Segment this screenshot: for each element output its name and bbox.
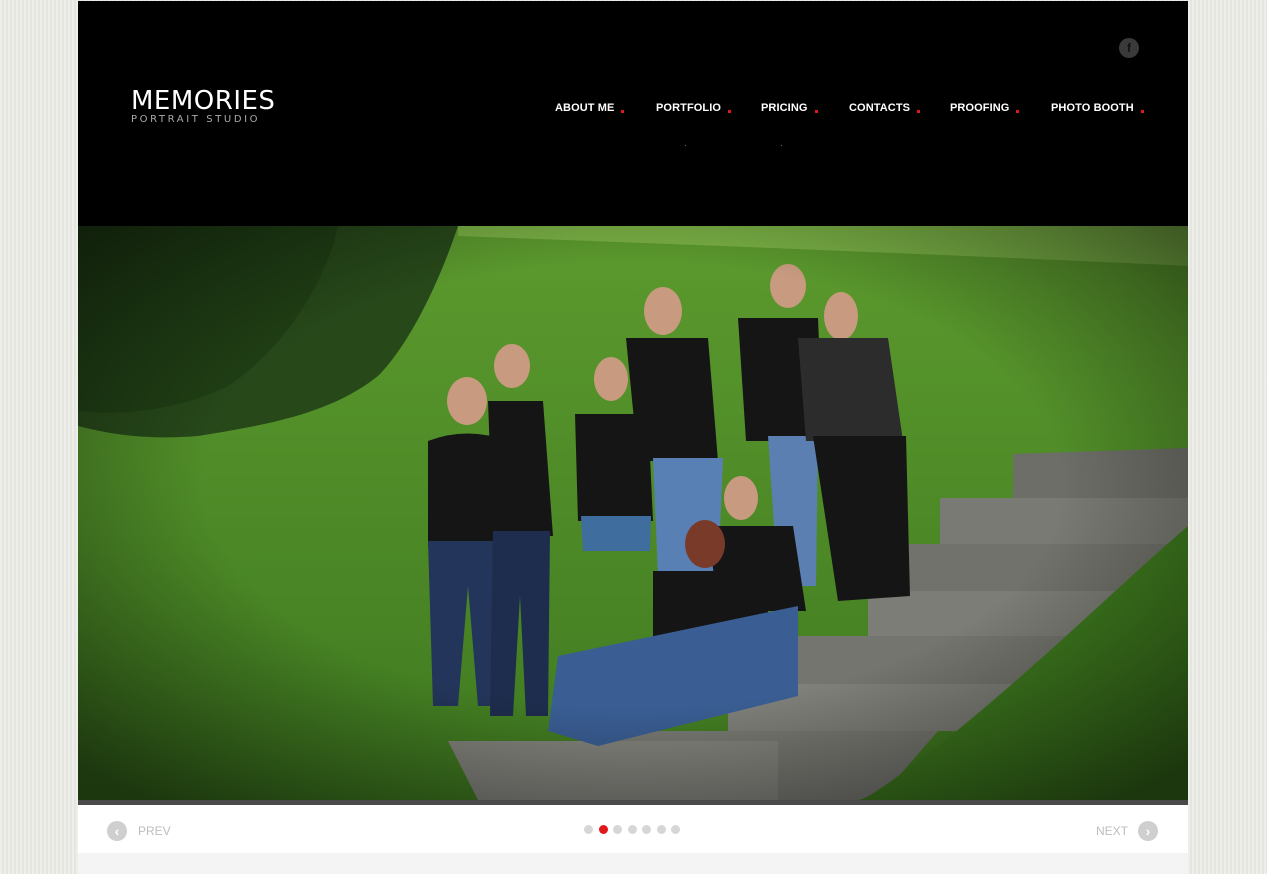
nav-item-contacts[interactable]: CONTACTS xyxy=(849,102,921,114)
nav-dot xyxy=(917,110,921,113)
nav-item-label: PORTFOLIO xyxy=(656,102,722,114)
next-label: NEXT xyxy=(1096,824,1129,838)
prev-label: PREV xyxy=(138,824,171,838)
slide-dot[interactable] xyxy=(671,825,680,834)
nav-dot xyxy=(1016,110,1020,113)
slide-dot[interactable] xyxy=(627,825,637,834)
submenu-marker xyxy=(781,145,782,146)
nav-item-label: PRICING xyxy=(761,102,808,114)
main-nav: ABOUT ME PORTFOLIO PRICING CONTACTS PROO… xyxy=(78,102,1188,118)
slide-dot[interactable] xyxy=(656,825,666,834)
nav-dot xyxy=(814,110,818,113)
nav-dot xyxy=(621,110,625,113)
slide-dot[interactable] xyxy=(598,825,608,834)
slideshow-image[interactable] xyxy=(78,226,1188,800)
nav-dot xyxy=(728,110,732,113)
facebook-icon[interactable]: f xyxy=(1119,38,1139,58)
slide-dot[interactable] xyxy=(613,825,622,834)
family-photo xyxy=(78,226,1188,800)
nav-item-about-me[interactable]: ABOUT ME xyxy=(555,102,625,114)
prev-button[interactable]: ‹ PREV xyxy=(107,821,177,841)
slide-dot[interactable] xyxy=(642,825,651,834)
nav-item-proofing[interactable]: PROOFING xyxy=(950,102,1020,114)
nav-dot xyxy=(1140,110,1144,113)
nav-item-portfolio[interactable]: PORTFOLIO xyxy=(656,102,732,114)
chevron-left-icon: ‹ xyxy=(107,821,127,841)
next-button[interactable]: NEXT › xyxy=(1096,821,1160,841)
slideshow-controls: ‹ PREV NEXT › xyxy=(78,805,1188,853)
nav-item-pricing[interactable]: PRICING xyxy=(761,102,818,114)
page: MEMORIES PORTRAIT STUDIO f ABOUT ME PORT… xyxy=(78,0,1188,874)
footer-strip xyxy=(78,853,1188,874)
nav-item-label: PHOTO BOOTH xyxy=(1051,102,1134,114)
chevron-right-icon: › xyxy=(1138,821,1158,841)
submenu-marker xyxy=(685,145,686,146)
nav-item-photo-booth[interactable]: PHOTO BOOTH xyxy=(1051,102,1144,114)
nav-item-label: CONTACTS xyxy=(849,102,911,114)
nav-item-label: PROOFING xyxy=(950,102,1010,114)
nav-item-label: ABOUT ME xyxy=(555,102,615,114)
site-header: MEMORIES PORTRAIT STUDIO f ABOUT ME PORT… xyxy=(78,1,1188,226)
slide-dot[interactable] xyxy=(584,825,593,834)
